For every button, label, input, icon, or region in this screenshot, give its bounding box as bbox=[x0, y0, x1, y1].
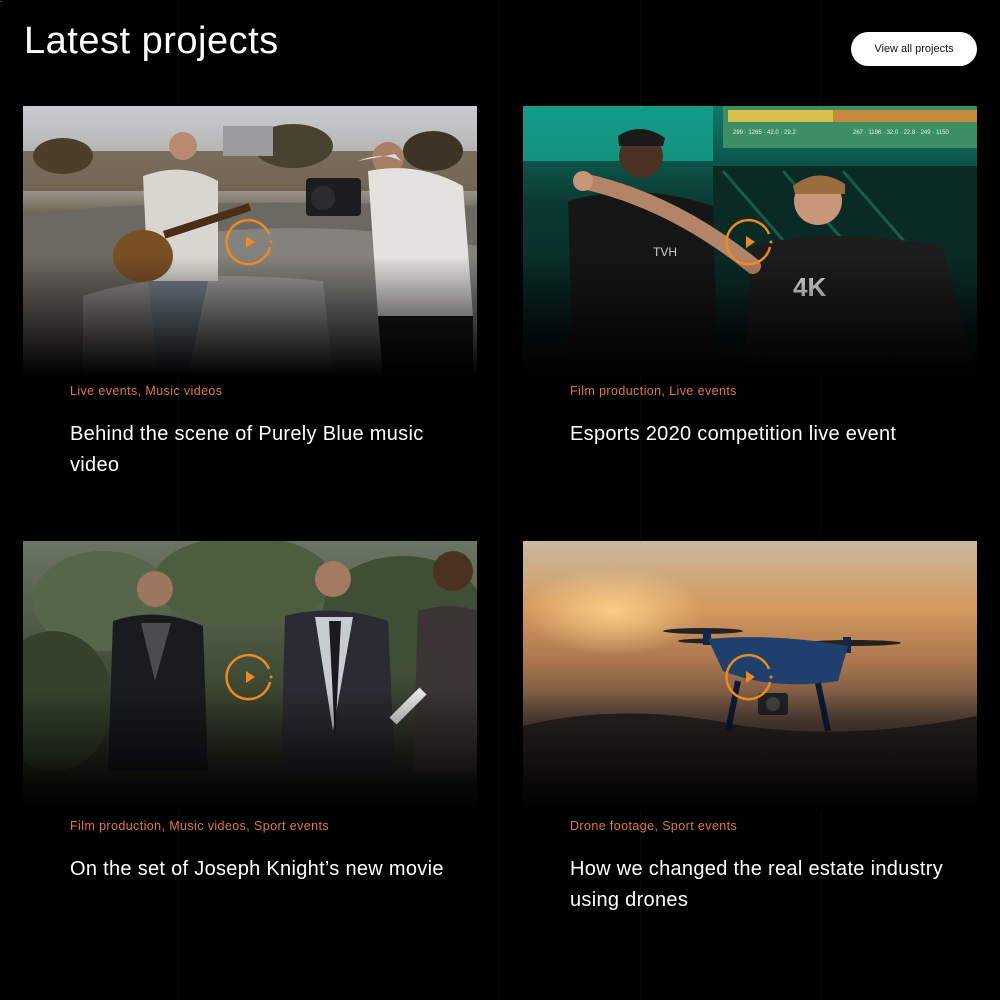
tag-link[interactable]: Film production bbox=[570, 384, 661, 398]
project-title: On the set of Joseph Knight’s new movie bbox=[70, 854, 450, 885]
project-title-link[interactable]: How we changed the real estate industry … bbox=[570, 858, 943, 911]
play-button[interactable] bbox=[722, 649, 778, 705]
play-button[interactable] bbox=[222, 214, 278, 270]
play-circle-icon bbox=[225, 653, 273, 701]
project-tags: Drone footage, Sport events bbox=[570, 819, 738, 833]
tag-link[interactable]: Live events bbox=[669, 384, 737, 398]
tag-link[interactable]: Live events bbox=[70, 384, 138, 398]
play-button[interactable] bbox=[222, 649, 278, 705]
play-circle-icon bbox=[725, 653, 773, 701]
view-all-projects-button[interactable]: View all projects bbox=[851, 32, 977, 66]
svg-text:267 · 1196 · 32.0 · 22.8 · 249: 267 · 1196 · 32.0 · 22.8 · 249 · 1150 bbox=[853, 130, 950, 136]
project-title-link[interactable]: Behind the scene of Purely Blue music vi… bbox=[70, 423, 424, 476]
project-tags: Live events, Music videos bbox=[70, 384, 223, 398]
tag-link[interactable]: Music videos bbox=[145, 384, 222, 398]
play-circle-icon bbox=[225, 218, 273, 266]
project-tags: Film production, Live events bbox=[570, 384, 737, 398]
project-title: Esports 2020 competition live event bbox=[570, 419, 950, 450]
tag-link[interactable]: Music videos bbox=[169, 819, 246, 833]
thumbnail-gradient-overlay bbox=[523, 691, 977, 811]
tag-link[interactable]: Sport events bbox=[254, 819, 329, 833]
background-guide-line bbox=[499, 0, 500, 1000]
project-thumbnail[interactable] bbox=[23, 541, 477, 811]
tag-link[interactable]: Sport events bbox=[662, 819, 737, 833]
thumbnail-gradient-overlay bbox=[523, 256, 977, 376]
project-thumbnail[interactable] bbox=[523, 541, 977, 811]
project-title-link[interactable]: On the set of Joseph Knight’s new movie bbox=[70, 858, 444, 880]
project-title: Behind the scene of Purely Blue music vi… bbox=[70, 419, 450, 481]
section-title: Latest projects bbox=[24, 20, 279, 62]
project-thumbnail[interactable]: 299 · 1265 · 42.0 · 29.2 267 · 1196 · 32… bbox=[523, 106, 977, 376]
play-button[interactable] bbox=[722, 214, 778, 270]
project-thumbnail[interactable] bbox=[23, 106, 477, 376]
thumbnail-gradient-overlay bbox=[23, 691, 477, 811]
project-title-link[interactable]: Esports 2020 competition live event bbox=[570, 423, 896, 445]
latest-projects-page: ▪ Latest projects View all projects Live… bbox=[0, 0, 1000, 1000]
tag-link[interactable]: Drone footage bbox=[570, 819, 654, 833]
project-card: 299 · 1265 · 42.0 · 29.2 267 · 1196 · 32… bbox=[523, 106, 977, 445]
thumbnail-gradient-overlay bbox=[23, 256, 477, 376]
project-tags: Film production, Music videos, Sport eve… bbox=[70, 819, 329, 833]
tag-link[interactable]: Film production bbox=[70, 819, 161, 833]
play-circle-icon bbox=[725, 218, 773, 266]
project-card: Live events, Music videos Behind the sce… bbox=[23, 106, 477, 476]
corner-artifact: ▪ bbox=[0, 0, 2, 5]
project-card: Drone footage, Sport events How we chang… bbox=[523, 541, 977, 911]
svg-text:299 · 1265 · 42.0 · 29.2: 299 · 1265 · 42.0 · 29.2 bbox=[733, 130, 796, 136]
project-title: How we changed the real estate industry … bbox=[570, 854, 950, 916]
project-card: Film production, Music videos, Sport eve… bbox=[23, 541, 477, 880]
